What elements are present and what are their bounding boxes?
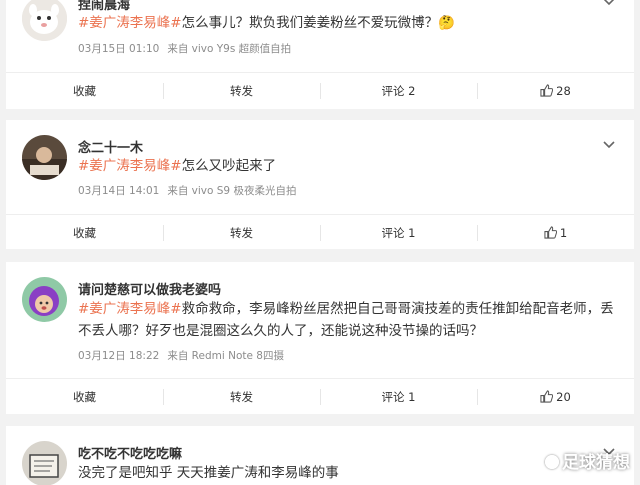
post-time: 03月14日 14:01 [78, 185, 160, 197]
action-bar: 收藏 转发 评论 1 20 [6, 378, 634, 414]
topic-tag[interactable]: #姜广涛李易峰# [78, 158, 182, 174]
favorite-button[interactable]: 收藏 [6, 379, 163, 414]
post-meta: 03月15日 01:10 来自 vivo Y9s 超颜值自拍 [78, 41, 291, 56]
user-avatar[interactable] [22, 0, 67, 41]
comment-button[interactable]: 评论 1 [320, 379, 477, 414]
chevron-down-icon[interactable] [602, 0, 616, 7]
post-meta: 03月12日 18:22 来自 Redmi Note 8四摄 [78, 348, 284, 363]
post-time: 03月15日 01:10 [78, 43, 160, 55]
watermark: 足球猜想 [545, 448, 630, 473]
chevron-down-icon[interactable] [602, 140, 616, 150]
user-avatar[interactable] [22, 135, 67, 180]
comment-card: 念二十一木 #姜广涛李易峰#怎么又吵起来了 03月14日 14:01 来自 viv… [6, 120, 634, 249]
comment-card: 捏闹晨海 #姜广涛李易峰#怎么事儿？欺负我们姜姜粉丝不爱玩微博？🤔 03月15日… [6, 0, 634, 109]
favorite-button[interactable]: 收藏 [6, 73, 163, 108]
topic-tag[interactable]: #姜广涛李易峰# [78, 15, 182, 31]
watermark-logo-icon [545, 455, 559, 469]
repost-button[interactable]: 转发 [163, 215, 320, 250]
comment-text: #姜广涛李易峰#救命救命，李易峰粉丝居然把自己哥哥演技差的责任推卸给配音老师，丢… [78, 301, 614, 339]
username[interactable]: 请问楚慈可以做我老婆吗 [78, 279, 221, 298]
thumbs-up-icon [540, 84, 554, 97]
comment-text: #姜广涛李易峰#怎么又吵起来了 [78, 158, 277, 174]
like-button[interactable]: 20 [477, 379, 634, 414]
post-source: 来自 Redmi Note 8四摄 [167, 350, 284, 362]
comment-text: #姜广涛李易峰#怎么事儿？欺负我们姜姜粉丝不爱玩微博？🤔 [78, 15, 455, 31]
repost-button[interactable]: 转发 [163, 73, 320, 108]
comment-button[interactable]: 评论 2 [320, 73, 477, 108]
post-source: 来自 vivo S9 极夜柔光自拍 [167, 185, 297, 197]
post-source: 来自 vivo Y9s 超颜值自拍 [167, 43, 292, 55]
favorite-button[interactable]: 收藏 [6, 215, 163, 250]
like-button[interactable]: 1 [477, 215, 634, 250]
comment-card: 吃不吃不吃吃吃嘛 没完了是吧知乎 天天推姜广涛和李易峰的事 [6, 426, 634, 485]
action-bar: 收藏 转发 评论 2 28 [6, 72, 634, 108]
user-avatar[interactable] [22, 441, 67, 485]
repost-button[interactable]: 转发 [163, 379, 320, 414]
action-bar: 收藏 转发 评论 1 1 [6, 214, 634, 250]
post-time: 03月12日 18:22 [78, 350, 160, 362]
thumbs-up-icon [540, 390, 554, 403]
comment-text: 没完了是吧知乎 天天推姜广涛和李易峰的事 [78, 465, 339, 481]
post-meta: 03月14日 14:01 来自 vivo S9 极夜柔光自拍 [78, 183, 296, 198]
like-button[interactable]: 28 [477, 73, 634, 108]
username[interactable]: 念二十一木 [78, 137, 143, 156]
comment-card: 请问楚慈可以做我老婆吗 #姜广涛李易峰#救命救命，李易峰粉丝居然把自己哥哥演技差… [6, 262, 634, 414]
user-avatar[interactable] [22, 277, 67, 322]
topic-tag[interactable]: #姜广涛李易峰# [78, 301, 182, 317]
thumbs-up-icon [544, 226, 557, 239]
username[interactable]: 吃不吃不吃吃吃嘛 [78, 443, 182, 462]
comment-button[interactable]: 评论 1 [320, 215, 477, 250]
